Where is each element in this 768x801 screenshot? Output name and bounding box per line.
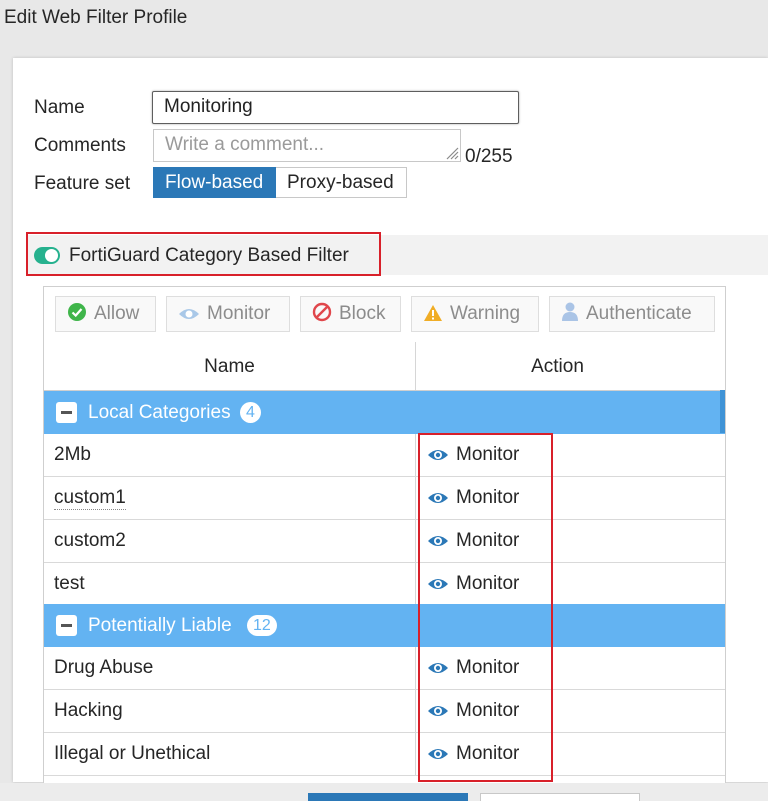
authenticate-button-label: Authenticate — [586, 303, 692, 324]
block-button-label: Block — [339, 303, 386, 324]
category-name: custom2 — [54, 530, 126, 551]
cell-divider — [415, 733, 416, 775]
table-row[interactable]: custom1 Monitor — [44, 477, 725, 520]
feature-set-label: Feature set — [34, 173, 131, 194]
feature-set-flow-based[interactable]: Flow-based — [153, 167, 276, 198]
monitor-button-label: Monitor — [207, 303, 271, 324]
check-circle-icon — [68, 303, 86, 321]
cell-divider — [415, 477, 416, 519]
dialog-title: Edit Web Filter Profile — [0, 0, 768, 37]
group-name: Potentially Liable — [88, 615, 232, 636]
category-name-text: custom1 — [54, 487, 126, 510]
comments-counter: 0/255 — [465, 146, 513, 167]
group-count-badge: 12 — [247, 615, 277, 636]
cancel-button[interactable] — [480, 793, 640, 801]
allow-button[interactable]: Allow — [55, 296, 156, 332]
warning-triangle-icon — [424, 305, 442, 321]
category-name: Drug Abuse — [54, 657, 154, 678]
table-row[interactable]: test Monitor — [44, 563, 725, 606]
action-column-highlight-box — [418, 433, 553, 782]
column-header-name[interactable]: Name — [44, 342, 415, 391]
table-row[interactable]: Drug Abuse Monitor — [44, 647, 725, 690]
user-icon — [562, 302, 578, 321]
cell-divider — [415, 434, 416, 476]
ok-button[interactable] — [308, 793, 468, 801]
monitor-button[interactable]: Monitor — [166, 296, 290, 332]
allow-button-label: Allow — [94, 303, 140, 324]
group-row-potentially-liable[interactable]: Potentially Liable 12 — [44, 604, 725, 647]
resize-grip-icon[interactable] — [445, 146, 459, 160]
section-highlight-box — [26, 232, 381, 276]
comments-textarea[interactable]: Write a comment... — [153, 129, 461, 162]
category-name: custom1 — [54, 477, 126, 519]
column-divider — [415, 342, 416, 391]
feature-set-proxy-based[interactable]: Proxy-based — [276, 167, 407, 198]
group-count-badge: 4 — [240, 402, 261, 423]
group-row-local-categories[interactable]: Local Categories 4 — [44, 391, 725, 434]
table-row[interactable]: 2Mb Monitor — [44, 434, 725, 477]
name-input[interactable]: Monitoring — [152, 91, 519, 124]
cell-divider — [415, 690, 416, 732]
minus-square-icon[interactable] — [56, 615, 77, 636]
column-header-action[interactable]: Action — [416, 342, 699, 391]
category-name: Illegal or Unethical — [54, 743, 211, 764]
cell-divider — [415, 563, 416, 605]
group-name: Local Categories — [88, 402, 231, 423]
category-name: 2Mb — [54, 444, 91, 465]
block-button[interactable]: Block — [300, 296, 401, 332]
table-row[interactable]: Hacking Monitor — [44, 690, 725, 733]
warning-button[interactable]: Warning — [411, 296, 539, 332]
table-row[interactable]: Illegal or Unethical Monitor — [44, 733, 725, 776]
comments-label: Comments — [34, 135, 126, 156]
warning-button-label: Warning — [450, 303, 521, 324]
cell-divider — [415, 520, 416, 562]
category-name: test — [54, 573, 85, 594]
table-row[interactable]: custom2 Monitor — [44, 520, 725, 563]
eye-icon — [179, 309, 199, 319]
authenticate-button[interactable]: Authenticate — [549, 296, 715, 332]
minus-square-icon[interactable] — [56, 402, 77, 423]
category-name: Hacking — [54, 700, 123, 721]
name-label: Name — [34, 97, 85, 118]
scrollbar-indicator[interactable] — [720, 390, 725, 433]
cell-divider — [415, 647, 416, 689]
ban-icon — [312, 302, 332, 322]
